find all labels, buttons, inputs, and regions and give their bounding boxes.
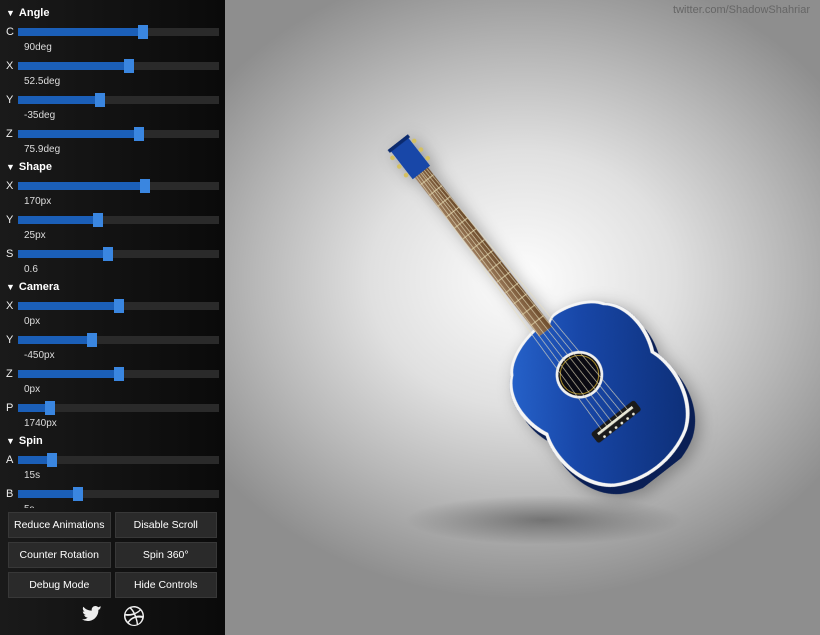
slider-value: 0px bbox=[6, 384, 219, 395]
slider-value: -35deg bbox=[6, 110, 219, 121]
camera-slider-z[interactable]: Z bbox=[6, 364, 219, 384]
section-header-camera[interactable]: ▼ Camera bbox=[6, 278, 219, 296]
shape-slider-s[interactable]: S bbox=[6, 244, 219, 264]
slider-label: X bbox=[6, 180, 18, 192]
chevron-down-icon: ▼ bbox=[6, 162, 15, 172]
guitar-model[interactable] bbox=[303, 82, 743, 527]
reduce-animations-button[interactable]: Reduce Animations bbox=[8, 512, 111, 538]
viewport: twitter.com/ShadowShahriar bbox=[225, 0, 820, 635]
slider-value: -450px bbox=[6, 350, 219, 361]
slider-thumb[interactable] bbox=[45, 401, 55, 415]
slider-value: 0.6 bbox=[6, 264, 219, 275]
angle-slider-x[interactable]: X bbox=[6, 56, 219, 76]
twitter-icon[interactable] bbox=[82, 606, 102, 629]
slider-label: C bbox=[6, 26, 18, 38]
slider-value: 52.5deg bbox=[6, 76, 219, 87]
slider-label: Y bbox=[6, 94, 18, 106]
slider-label: X bbox=[6, 60, 18, 72]
slider-thumb[interactable] bbox=[124, 59, 134, 73]
angle-slider-y[interactable]: Y bbox=[6, 90, 219, 110]
slider-value: 170px bbox=[6, 196, 219, 207]
camera-slider-y[interactable]: Y bbox=[6, 330, 219, 350]
slider-label: X bbox=[6, 300, 18, 312]
slider-thumb[interactable] bbox=[73, 487, 83, 501]
slider-thumb[interactable] bbox=[93, 213, 103, 227]
camera-slider-x[interactable]: X bbox=[6, 296, 219, 316]
slider-thumb[interactable] bbox=[138, 25, 148, 39]
section-header-shape[interactable]: ▼ Shape bbox=[6, 158, 219, 176]
disable-scroll-button[interactable]: Disable Scroll bbox=[115, 512, 218, 538]
control-sidebar: ▼Angle C 90deg X 52.5deg Y -35deg Z 75.9 bbox=[0, 0, 225, 635]
slider-label: Y bbox=[6, 334, 18, 346]
spin-slider-a[interactable]: A bbox=[6, 450, 219, 470]
section-header-angle[interactable]: ▼ Angle bbox=[6, 4, 219, 22]
section-title: Shape bbox=[19, 161, 52, 173]
slider-value: 0px bbox=[6, 316, 219, 327]
button-grid: Reduce Animations Disable Scroll Counter… bbox=[6, 508, 219, 598]
slider-label: Z bbox=[6, 128, 18, 140]
camera-slider-p[interactable]: P bbox=[6, 398, 219, 418]
social-links bbox=[6, 598, 219, 635]
spin-360-button[interactable]: Spin 360° bbox=[115, 542, 218, 568]
angle-slider-z[interactable]: Z bbox=[6, 124, 219, 144]
slider-label: A bbox=[6, 454, 18, 466]
section-header-spin[interactable]: ▼ Spin bbox=[6, 432, 219, 450]
shape-slider-y[interactable]: Y bbox=[6, 210, 219, 230]
slider-label: Z bbox=[6, 368, 18, 380]
slider-label: Y bbox=[6, 214, 18, 226]
angle-slider-c[interactable]: C bbox=[6, 22, 219, 42]
slider-label: S bbox=[6, 248, 18, 260]
slider-thumb[interactable] bbox=[140, 179, 150, 193]
shape-slider-x[interactable]: X bbox=[6, 176, 219, 196]
slider-thumb[interactable] bbox=[95, 93, 105, 107]
hide-controls-button[interactable]: Hide Controls bbox=[115, 572, 218, 598]
slider-value: 25px bbox=[6, 230, 219, 241]
slider-thumb[interactable] bbox=[87, 333, 97, 347]
dribbble-icon[interactable] bbox=[124, 606, 144, 629]
slider-value: 15s bbox=[6, 470, 219, 481]
spin-slider-b[interactable]: B bbox=[6, 484, 219, 504]
slider-value: 1740px bbox=[6, 418, 219, 429]
slider-thumb[interactable] bbox=[134, 127, 144, 141]
counter-rotation-button[interactable]: Counter Rotation bbox=[8, 542, 111, 568]
section-title: Camera bbox=[19, 281, 59, 293]
chevron-down-icon: ▼ bbox=[6, 282, 15, 292]
chevron-down-icon: ▼ bbox=[6, 436, 15, 446]
slider-value: 90deg bbox=[6, 42, 219, 53]
slider-thumb[interactable] bbox=[47, 453, 57, 467]
slider-label: B bbox=[6, 488, 18, 500]
section-title: Angle bbox=[19, 7, 50, 19]
slider-thumb[interactable] bbox=[114, 367, 124, 381]
slider-label: P bbox=[6, 402, 18, 414]
debug-mode-button[interactable]: Debug Mode bbox=[8, 572, 111, 598]
section-title: Spin bbox=[19, 435, 43, 447]
slider-thumb[interactable] bbox=[114, 299, 124, 313]
slider-thumb[interactable] bbox=[103, 247, 113, 261]
chevron-down-icon: ▼ bbox=[6, 8, 15, 18]
credit-text: twitter.com/ShadowShahriar bbox=[673, 4, 810, 16]
slider-value: 75.9deg bbox=[6, 144, 219, 155]
